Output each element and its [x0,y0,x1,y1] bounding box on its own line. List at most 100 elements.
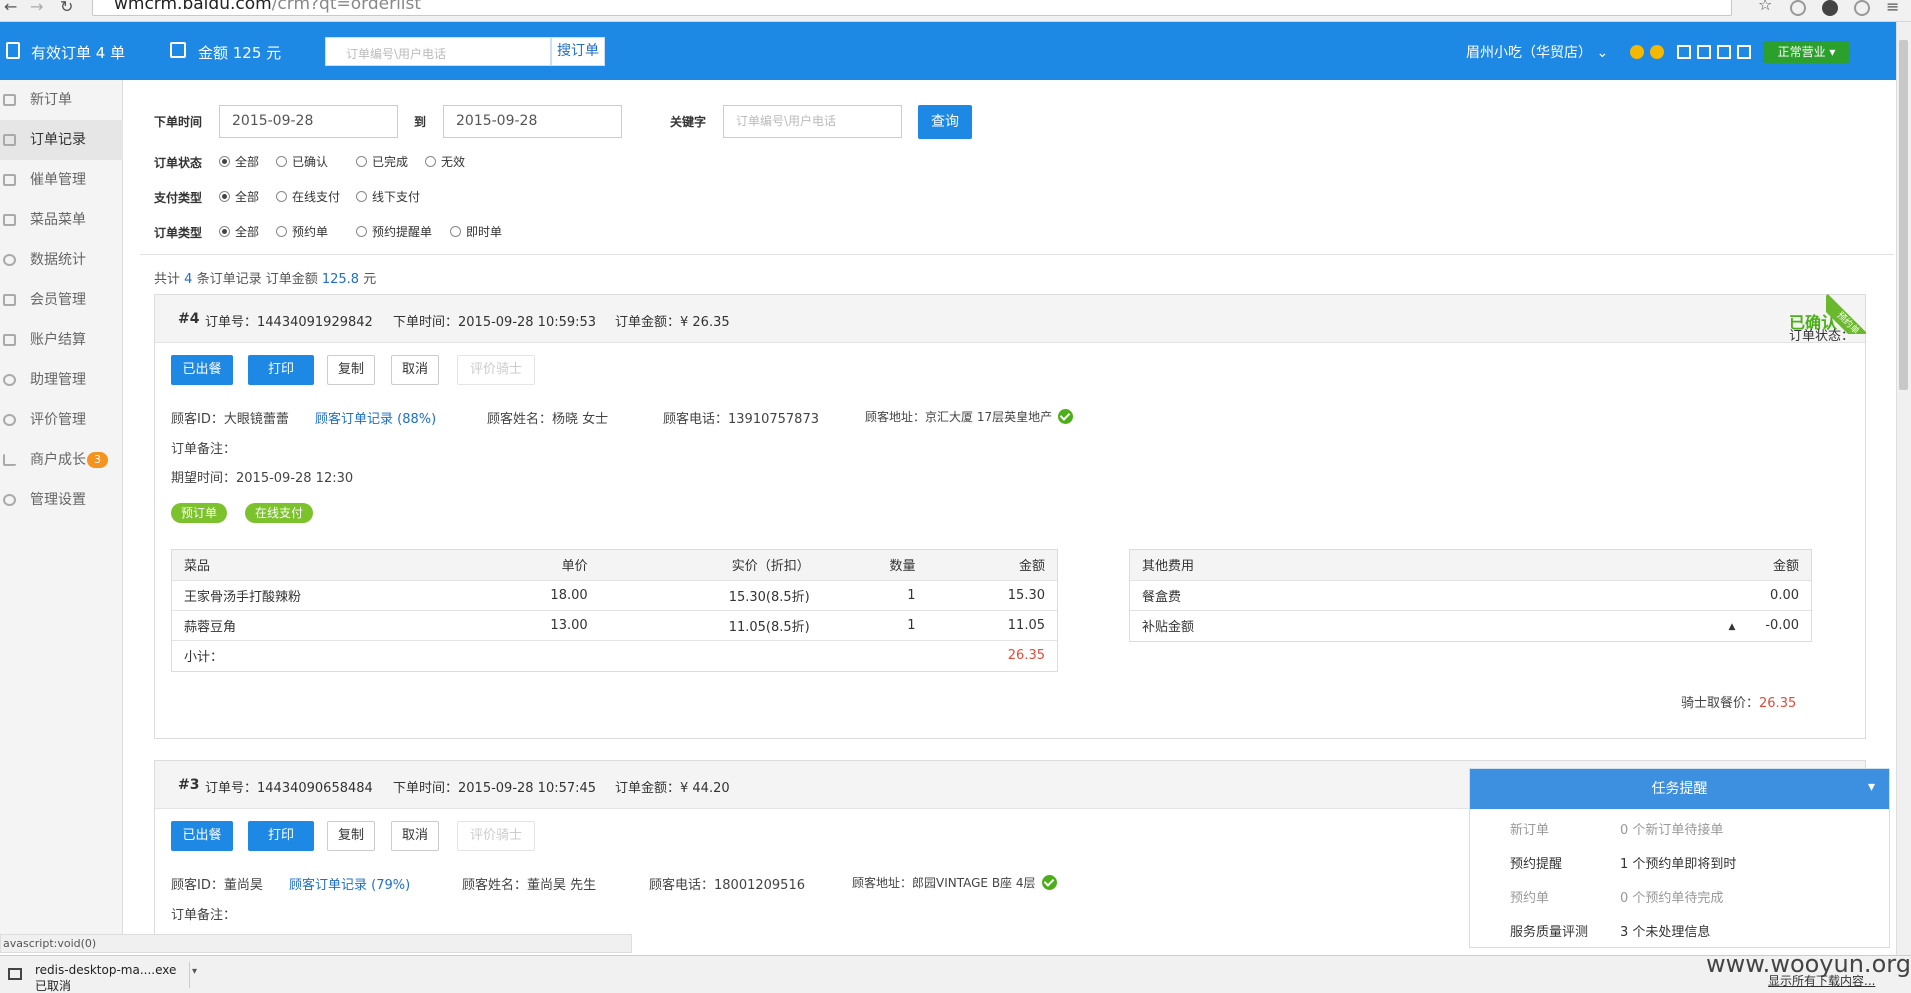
col-real-price: 实价（折扣） [599,550,822,581]
cancel-button[interactable]: 取消 [391,355,439,385]
url-text: wmcrm.baidu.com/crm?qt=orderlist [114,0,422,14]
dish-price: 18.00 [470,580,600,611]
sidebar-item-assistants[interactable]: 助理管理 [0,360,123,400]
store-selector[interactable]: 眉州小吃（华贸店） ⌄ [1466,42,1608,62]
menu-icon[interactable]: ≡ [1886,0,1899,15]
sidebar-item-order-records[interactable]: 订单记录 [0,120,123,160]
extension-icon-2[interactable] [1822,0,1838,16]
copy-button[interactable]: 复制 [327,821,375,851]
scrollbar-thumb[interactable] [1899,40,1908,390]
customer-id: 顾客ID：董尚昊 [171,878,263,893]
order-icon [6,42,20,59]
status-radio-invalid[interactable]: 无效 [425,153,465,170]
query-button[interactable]: 查询 [918,105,972,139]
status-url: avascript:void(0) [0,934,632,953]
sidebar-item-reviews[interactable]: 评价管理 [0,400,123,440]
keyword-input[interactable]: 订单编号\用户电话 [723,105,902,138]
task-row-reminder[interactable]: 预约提醒 1 个预约单即将到时 [1510,853,1736,872]
gear-icon [3,494,16,506]
subtotal-value: 26.35 [1007,647,1045,663]
copy-button[interactable]: 复制 [327,355,375,385]
chevron-down-icon: ⌄ [1596,45,1609,61]
order-number: #4 [178,311,200,327]
task-reminder-popup: 任务提醒 ▾ 新订单 0 个新订单待接单 预约提醒 1 个预约单即将到时 预约单 0 … [1469,768,1890,948]
message-icon[interactable] [1737,45,1751,59]
sidebar-item-settings[interactable]: 管理设置 [0,480,123,520]
order-type-label: 订单类型 [154,226,203,240]
coin-icon-2[interactable] [1650,45,1664,59]
caret-up-icon[interactable]: ▲ [1728,622,1735,632]
order-summary: 共计 4 条订单记录 订单金额 125.8 元 [154,272,377,287]
customer-history-link[interactable]: 顾客订单记录 (88%) [315,408,436,427]
fee-name: 补贴金额 [1142,619,1195,635]
type-radio-all[interactable]: 全部 [219,223,259,240]
browser-toolbar: ← → ↻ wmcrm.baidu.com/crm?qt=orderlist ☆… [0,0,1911,22]
profile-icon[interactable] [1854,0,1870,16]
pay-radio-all[interactable]: 全部 [219,188,259,205]
extension-icon[interactable] [1790,0,1806,16]
status-radio-confirmed[interactable]: 已确认 [276,153,328,170]
col-fee-amount: 金额 [1433,550,1811,581]
served-button[interactable]: 已出餐 [171,821,233,851]
sidebar-item-menu[interactable]: 菜品菜单 [0,200,123,240]
sidebar-item-new-order[interactable]: 新订单 [0,80,123,120]
order-amount: 订单金额：¥ 26.35 [615,315,730,330]
type-radio-reservation[interactable]: 预约单 [276,223,328,240]
order-status-label: 订单状态 [154,156,203,170]
order-search-input[interactable]: 订单编号\用户电话 [325,37,551,66]
show-all-downloads-link[interactable]: 显示所有下载内容... [1768,972,1875,989]
coin-icon[interactable] [1630,45,1644,59]
type-radio-reminder[interactable]: 预约提醒单 [356,223,432,240]
pay-radio-online[interactable]: 在线支付 [276,188,340,205]
served-button[interactable]: 已出餐 [171,355,233,385]
order-remark: 订单备注： [171,908,237,923]
sidebar-item-reminders[interactable]: 催单管理 [0,160,123,200]
dish-real-price: 15.30(8.5折) [599,580,822,611]
tools-icon[interactable] [1717,45,1731,59]
type-radio-instant[interactable]: 即时单 [450,223,502,240]
phone-icon[interactable] [1677,45,1691,59]
task-row-new-order[interactable]: 新订单 0 个新订单待接单 [1510,819,1723,838]
customer-address: 顾客地址：京汇大厦 17层英皇地产 [865,408,1074,425]
task-row-reservation[interactable]: 预约单 0 个预约单待完成 [1510,887,1723,906]
customer-phone: 顾客电话：18001209516 [649,878,805,893]
status-radio-completed[interactable]: 已完成 [356,153,408,170]
forward-icon[interactable]: → [30,0,43,15]
sidebar-item-members[interactable]: 会员管理 [0,280,123,320]
sidebar-item-growth[interactable]: 商户成长 3 [0,440,123,480]
date-to-input[interactable]: 2015-09-28 [443,105,622,138]
download-filename: redis-desktop-ma....exe [35,963,177,977]
new-order-icon [3,94,16,106]
order-time: 下单时间：2015-09-28 10:59:53 [393,315,597,330]
order-time-label: 下单时间 [154,115,203,129]
sidebar-item-stats[interactable]: 数据统计 [0,240,123,280]
table-row: 补贴金额 ▲ -0.00 [1130,610,1811,640]
print-button[interactable]: 打印 [248,821,314,851]
comment-icon [3,414,16,426]
cancel-button[interactable]: 取消 [391,821,439,851]
status-radio-all[interactable]: 全部 [219,153,259,170]
sidebar-item-billing[interactable]: 账户结算 [0,320,123,360]
customer-history-link[interactable]: 顾客订单记录 (79%) [289,874,410,893]
star-icon[interactable]: ☆ [1758,0,1772,13]
to-label: 到 [414,115,427,129]
fee-name: 餐盒费 [1130,580,1434,611]
table-row: 蒜蓉豆角 13.00 11.05(8.5折) 1 11.05 [172,610,1057,641]
user-icon [3,374,16,386]
task-row-quality[interactable]: 服务质量评测 3 个未处理信息 [1510,921,1710,940]
reload-icon[interactable]: ↻ [60,0,73,15]
business-status-button[interactable]: 正常营业 ▾ [1763,41,1850,63]
dish-name: 蒜蓉豆角 [172,610,471,641]
store-icon[interactable] [1697,45,1711,59]
back-icon[interactable]: ← [4,0,17,15]
pay-radio-offline[interactable]: 线下支付 [356,188,420,205]
collapse-chevron-icon[interactable]: ▾ [1868,779,1875,795]
print-button[interactable]: 打印 [248,355,314,385]
search-order-button[interactable]: 搜订单 [551,37,605,66]
customer-name: 顾客姓名：董尚昊 先生 [462,878,597,893]
order-header: #4 订单号：14434091929842 下单时间：2015-09-28 10… [155,295,1865,344]
download-menu-icon[interactable]: ▾ [192,966,197,977]
download-item[interactable]: redis-desktop-ma....exe 已取消 [35,962,176,993]
table-header-row: 菜品 单价 实价（折扣） 数量 金额 [172,550,1057,581]
date-from-input[interactable]: 2015-09-28 [219,105,398,138]
